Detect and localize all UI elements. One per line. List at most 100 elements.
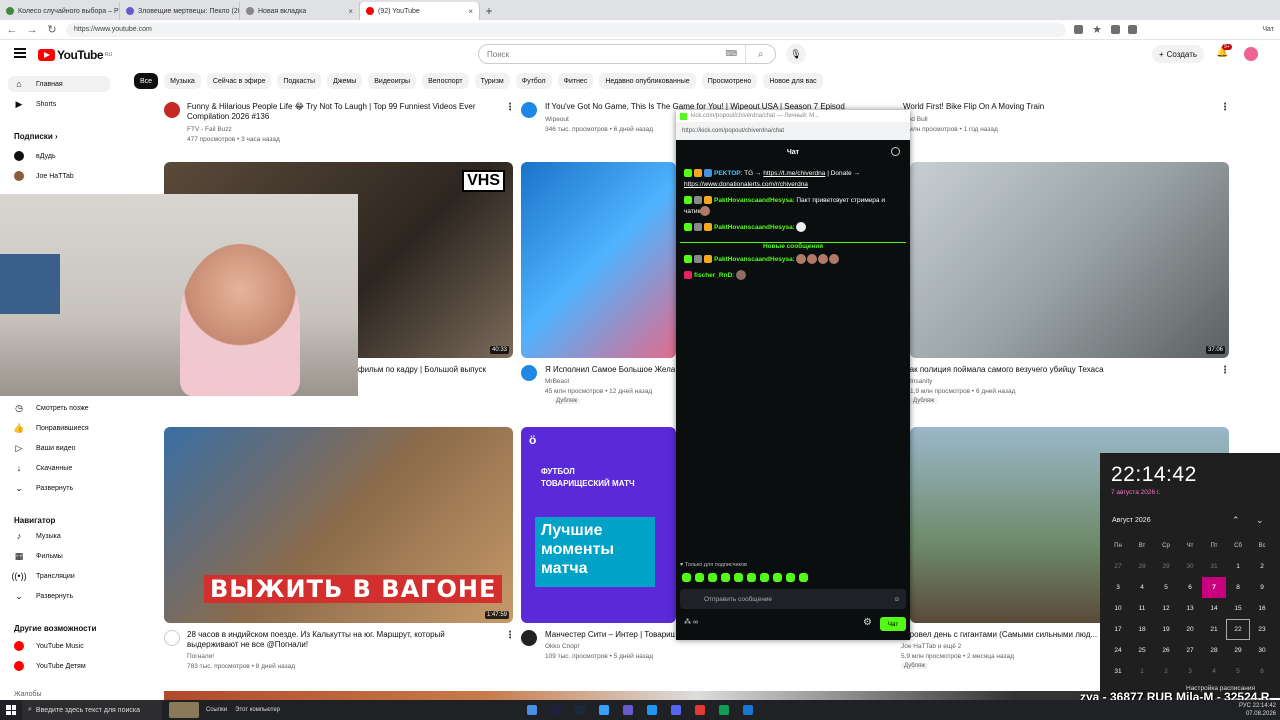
system-tray[interactable]: РУС 22:14:42 07.08.2026	[1239, 702, 1276, 718]
telegram-app-icon[interactable]	[599, 705, 609, 715]
filter-chip[interactable]: Музыка	[164, 73, 201, 89]
calendar-day[interactable]: 26	[1154, 640, 1178, 661]
calendar-day[interactable]: 4	[1130, 577, 1154, 598]
emote-icon[interactable]	[708, 573, 717, 582]
video-thumbnail[interactable]: 37:06	[910, 162, 1229, 358]
channel-name[interactable]: Insanity	[910, 377, 932, 387]
calendar-day[interactable]: 14	[1202, 598, 1226, 619]
browser-tab[interactable]: Колесо случайного выбора – Pic×	[0, 2, 120, 20]
chat-username[interactable]: PEKTOP	[714, 170, 741, 177]
more-options-icon[interactable]: ⋮	[505, 102, 515, 113]
sidebar-item-music[interactable]: ♪ Музыка	[14, 528, 61, 544]
bookmark-star-icon[interactable]: ★	[1091, 23, 1103, 36]
chat-link[interactable]: https://www.donationalerts.com/r/chiverd…	[684, 181, 808, 188]
calendar-day[interactable]: 28	[1202, 640, 1226, 661]
taskbar-links[interactable]: Ссылки	[206, 707, 227, 713]
chat-username[interactable]: PaktHovanscaandHesysa	[714, 256, 793, 263]
filter-chip[interactable]: Все	[134, 73, 159, 89]
sidebar-item-yt-music[interactable]: YouTube Music	[14, 638, 84, 654]
app-icon[interactable]	[743, 705, 753, 715]
calendar-day[interactable]: 31	[1106, 661, 1130, 682]
filter-chip[interactable]: Велоспорт	[422, 73, 469, 89]
youtube-logo[interactable]: YouTube RU	[38, 48, 112, 62]
emote-icon[interactable]	[734, 573, 743, 582]
forward-icon[interactable]: →	[26, 24, 38, 36]
calendar-day[interactable]: 10	[1106, 598, 1130, 619]
sidebar-item-home[interactable]: ⌂ Главная	[8, 76, 110, 92]
calendar-day[interactable]: 28	[1130, 556, 1154, 577]
calendar-day[interactable]: 9	[1250, 577, 1274, 598]
calendar-day[interactable]: 5	[1154, 577, 1178, 598]
sidebar-item-downloads[interactable]: ↓ Скачанные	[14, 460, 72, 476]
emote-icon[interactable]	[760, 573, 769, 582]
filter-chip[interactable]: Футбол	[515, 73, 552, 89]
channel-avatar[interactable]	[521, 102, 537, 118]
chat-username[interactable]: PaktHovanscaandHesysa	[714, 197, 793, 204]
browser-tab[interactable]: Зловещие мертвецы: Пекло (202×	[120, 2, 240, 20]
clock-date[interactable]: 7 августа 2026 г.	[1111, 489, 1160, 496]
menu-icon[interactable]	[14, 48, 26, 58]
calendar-day[interactable]: 6	[1250, 661, 1274, 682]
chat-url[interactable]: https://kick.com/popout/chiverdna/chat	[676, 122, 910, 140]
calendar-day[interactable]: 17	[1106, 619, 1130, 640]
taskbar-widget[interactable]	[169, 702, 199, 718]
reload-icon[interactable]: ↻	[46, 23, 58, 36]
search-input[interactable]: Поиск ⌨ ⌕	[478, 44, 776, 64]
calendar-day[interactable]: 23	[1250, 619, 1274, 640]
taskbar-this-pc[interactable]: Этот компьютер	[235, 707, 280, 713]
more-options-icon[interactable]: ⋮	[505, 630, 515, 641]
calendar-day[interactable]: 1	[1226, 556, 1250, 577]
calendar-day[interactable]: 30	[1250, 640, 1274, 661]
mic-icon[interactable]: 🎙	[786, 44, 806, 64]
emote-icon[interactable]	[695, 573, 704, 582]
channel-avatar[interactable]	[521, 630, 537, 646]
sidebar-item-yt-kids[interactable]: YouTube Детям	[14, 658, 86, 674]
steam-app-icon[interactable]	[575, 705, 585, 715]
taskbar-search[interactable]: ⌕ Введите здесь текст для поиска	[22, 700, 162, 720]
chat-link[interactable]: https://t.me/chiverdna	[763, 170, 825, 177]
sidebar-item-live[interactable]: ((•)) Трансляции	[11, 568, 74, 584]
video-thumbnail[interactable]: ö ФУТБОЛ ТОВАРИЩЕСКИЙ МАТЧ Лучшие момент…	[521, 427, 676, 623]
tray-language[interactable]: РУС	[1239, 703, 1251, 709]
app-icon[interactable]	[647, 705, 657, 715]
calendar-day[interactable]: 29	[1226, 640, 1250, 661]
calendar-day[interactable]: 29	[1154, 556, 1178, 577]
emote-icon[interactable]	[799, 573, 808, 582]
avatar[interactable]	[1244, 47, 1258, 61]
video-thumbnail[interactable]: ВЫЖИТЬ В ВАГОНЕ 1:47:59	[164, 427, 513, 623]
edge-app-icon[interactable]	[719, 705, 729, 715]
filter-chip[interactable]: Сейчас в эфире	[206, 73, 272, 89]
sidebar-sub-joehattab[interactable]: Joe HaTTab	[14, 168, 74, 184]
calendar-month[interactable]: Август 2026	[1112, 517, 1151, 524]
search-icon[interactable]: ⌕	[745, 45, 775, 63]
channel-points[interactable]: ⁂ ∞	[684, 618, 698, 626]
calendar-day[interactable]: 7	[1202, 577, 1226, 598]
calendar-day[interactable]: 3	[1178, 661, 1202, 682]
calendar-day[interactable]: 30	[1178, 556, 1202, 577]
channel-avatar[interactable]	[164, 102, 180, 118]
filter-chip[interactable]: Туризм	[474, 73, 510, 89]
calendar-day[interactable]: 15	[1226, 598, 1250, 619]
sidebar-sub-vdud[interactable]: вДудь	[14, 148, 56, 164]
filter-chip[interactable]: Новое для вас	[763, 73, 823, 89]
video-title[interactable]: ...ровел день с гигантами (Самыми сильны…	[903, 630, 1098, 640]
premiere-app-icon[interactable]	[551, 705, 561, 715]
sidebar-item-expand[interactable]: ⌄ Развернуть	[14, 480, 73, 496]
calendar-day[interactable]: 21	[1202, 619, 1226, 640]
notifications-bell-icon[interactable]: 🔔 9+	[1216, 44, 1232, 58]
emote-icon[interactable]	[682, 573, 691, 582]
sidebar-item-watch-later[interactable]: ◷ Смотреть позже	[14, 400, 89, 416]
calendar-day[interactable]: 27	[1178, 640, 1202, 661]
chat-message-input[interactable]: Отправить сообщение ☺	[680, 589, 906, 609]
video-title[interactable]: Я Исполнил Самое Большое Жела...	[545, 365, 675, 375]
filter-chip[interactable]: Видеоигры	[368, 73, 417, 89]
new-tab-button[interactable]: +	[480, 2, 498, 20]
back-icon[interactable]: ←	[6, 24, 18, 36]
channel-name[interactable]: Wipeout	[545, 115, 569, 125]
calendar-day[interactable]: 25	[1130, 640, 1154, 661]
emote-icon[interactable]	[747, 573, 756, 582]
calendar-day[interactable]: 31	[1202, 556, 1226, 577]
channel-name[interactable]: Okko Спорт	[545, 642, 580, 652]
chat-username[interactable]: fischer_RnD	[694, 272, 732, 279]
emote-icon[interactable]	[786, 573, 795, 582]
